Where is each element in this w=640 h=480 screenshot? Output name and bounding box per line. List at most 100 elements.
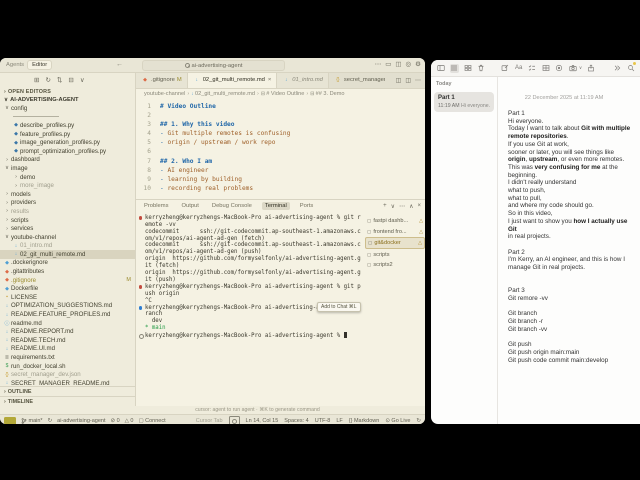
outline-section[interactable]: › OUTLINE (0, 386, 135, 396)
editor-tab[interactable]: ◆ .gitignore M (136, 73, 188, 88)
breadcrumb-item[interactable]: ↓ 02_git_multi_remote.md (191, 91, 255, 97)
editor-tab[interactable]: ↓ 02_git_multi_remote.md × (187, 73, 278, 88)
table-icon[interactable] (541, 64, 550, 73)
file-tree-item[interactable]: ↓ README.FEATURE_PROFILES.md (0, 310, 135, 319)
trash-icon[interactable] (477, 64, 486, 73)
settings-gear-icon[interactable]: ⚙ (415, 60, 421, 68)
chevron-down-icon[interactable]: ∨ (80, 76, 85, 84)
close-icon[interactable]: × (268, 77, 271, 83)
chevron-up-icon[interactable]: ∧ (409, 203, 413, 210)
editor-tab[interactable]: {} secret_manager (328, 73, 385, 88)
note-editor[interactable]: 22 December 2025 at 11:19 AM Part 1 Hi e… (498, 77, 640, 424)
timeline-section[interactable]: › TIMELINE (0, 396, 135, 406)
status-item[interactable]: UTF-8 (315, 418, 331, 424)
sync-icon[interactable]: ↻ (48, 418, 53, 424)
file-tree-item[interactable]: › scripts (0, 216, 135, 225)
collapse-icon[interactable]: ⊟ (68, 76, 73, 84)
language-mode-icon[interactable]: {} Markdown (349, 418, 380, 424)
status-item[interactable]: ai-advertising-agent (57, 418, 105, 424)
split-editor-icon[interactable]: ◫ (396, 77, 402, 84)
file-tree-item[interactable]: ◆ .gitattributes (0, 267, 135, 276)
chevron-down-icon[interactable]: ∨ (391, 203, 395, 210)
swap-icon[interactable]: ⇅ (57, 76, 62, 84)
terminal-instance[interactable]: ▢ scripts2 (365, 260, 425, 271)
status-item[interactable]: LF (336, 418, 342, 424)
status-item[interactable]: Spaces: 4 (284, 418, 308, 424)
terminal-instance[interactable]: ▢ scripts (365, 249, 425, 260)
command-center-search[interactable]: ai-advertising-agent (142, 60, 285, 71)
plus-icon[interactable]: + (383, 203, 387, 210)
terminal-instance[interactable]: ▢ frontend fro... △ (365, 226, 425, 237)
connect-icon[interactable]: ▢ Connect (138, 418, 165, 424)
breadcrumb-item[interactable]: ⊟ ## 3. Demo (310, 91, 344, 97)
panel-tab-terminal[interactable]: Terminal (261, 202, 290, 211)
file-tree-item[interactable]: ∨ image (0, 164, 135, 173)
file-tree-item[interactable]: › results (0, 207, 135, 216)
new-file-icon[interactable]: ⊞ (34, 76, 39, 84)
refresh-icon[interactable]: ↻ (416, 418, 421, 424)
breadcrumb-item[interactable]: youtube-channel (144, 91, 185, 97)
file-tree-item[interactable]: ↓ 02_git_multi_remote.md (0, 250, 135, 259)
workspace-root[interactable]: ∨ AI-ADVERTISING-AGENT (0, 96, 135, 104)
terminal-instance[interactable]: ▢ git&docker △ (365, 236, 425, 250)
file-tree-item[interactable]: › more_image (0, 181, 135, 190)
new-note-icon[interactable] (501, 64, 510, 73)
file-tree-item[interactable]: › demo (0, 173, 135, 182)
terminal-instance[interactable]: ▢ fastpi dashb... △ (365, 216, 425, 227)
file-tree-item[interactable]: ◆ .dockerignore (0, 259, 135, 268)
errors-icon[interactable]: ⊘ 0 (110, 418, 119, 424)
mode-tab-agents[interactable]: Agents (6, 62, 24, 68)
panel-tab-ports[interactable]: Ports (297, 202, 317, 210)
file-tree-item[interactable]: ◆ prompt_optimization_profiles.py (0, 147, 135, 156)
go-live-icon[interactable]: ⊙ Go Live (385, 418, 410, 424)
file-tree-item[interactable] (0, 113, 135, 122)
panel-tab-debug-console[interactable]: Debug Console (209, 202, 255, 210)
format-icon[interactable]: Aa (514, 64, 523, 73)
gallery-view-icon[interactable] (463, 64, 472, 73)
file-tree-item[interactable]: ↓ OPTIMIZATION_SUGGESTIONS.md (0, 302, 135, 311)
cursor-tab-box[interactable] (228, 416, 240, 424)
more-icon[interactable]: ⋯ (399, 203, 405, 210)
checklist-icon[interactable] (528, 64, 537, 73)
close-icon[interactable]: × (417, 203, 421, 210)
branch-icon[interactable]: main* (21, 418, 43, 424)
file-tree-item[interactable]: › dashboard (0, 156, 135, 165)
file-tree-item[interactable]: {} secret_manager_dev.json (0, 370, 135, 379)
file-tree-item[interactable]: ≣ requirements.txt (0, 353, 135, 362)
warnings-icon[interactable]: △ 0 (125, 418, 134, 424)
note-list-item[interactable]: Part 1 11:19 AM Hi everyone. (434, 92, 494, 112)
file-tree-item[interactable]: ↓ 01_intro.md (0, 242, 135, 251)
file-tree-item[interactable]: ▪ LICENSE (0, 293, 135, 302)
file-tree-item[interactable]: ∨ config (0, 104, 135, 113)
file-tree-item[interactable]: ◆ feature_profiles.py (0, 130, 135, 139)
more-icon[interactable]: ⋯ (415, 77, 421, 84)
file-tree-item[interactable]: ↓ README.UI.md (0, 345, 135, 354)
file-tree-item[interactable]: ↓ SECRET_MANAGER_README.md (0, 379, 135, 386)
file-tree-item[interactable]: › providers (0, 199, 135, 208)
more-icon[interactable]: ⋯ (375, 60, 382, 68)
file-tree-item[interactable]: ◆ .gitignore M (0, 276, 135, 285)
file-tree-item[interactable]: ↓ README.REPORT.md (0, 327, 135, 336)
add-to-chat-tooltip[interactable]: Add to Chat ⌘L (317, 302, 361, 312)
record-icon[interactable]: ◎ (406, 60, 412, 68)
file-tree-item[interactable]: ⓘ readme.md (0, 319, 135, 328)
open-editors-section[interactable]: › OPEN EDITORS (0, 87, 135, 96)
file-tree-item[interactable]: › models (0, 190, 135, 199)
file-tree-item[interactable]: ↓ README.TECH.md (0, 336, 135, 345)
mode-tab-editor[interactable]: Editor (27, 60, 53, 70)
back-arrow-icon[interactable]: ← (116, 61, 123, 68)
editor-tab[interactable]: ↓ 01_intro.md (277, 73, 329, 88)
camera-icon[interactable] (568, 64, 577, 73)
layout-icon[interactable]: ◫ (405, 77, 411, 84)
remote-indicator[interactable] (4, 416, 16, 424)
sidebar-icon[interactable] (436, 64, 445, 73)
file-tree-item[interactable]: ◆ Dockerfile (0, 284, 135, 293)
more-chevrons-icon[interactable] (613, 64, 622, 73)
file-tree-item[interactable]: ◆ describe_profiles.py (0, 121, 135, 130)
editor-code-area[interactable]: 1 # Video Outline 2 3 ## 1. Why this video 4-… (136, 98, 425, 199)
breadcrumb-item[interactable]: ⊟ # Video Outline (261, 91, 305, 97)
panel-tab-output[interactable]: Output (178, 202, 201, 210)
status-item[interactable]: Cursor Tab (196, 418, 223, 424)
file-tree-item[interactable]: › services (0, 224, 135, 233)
layout-icon[interactable]: ◫ (395, 60, 401, 68)
